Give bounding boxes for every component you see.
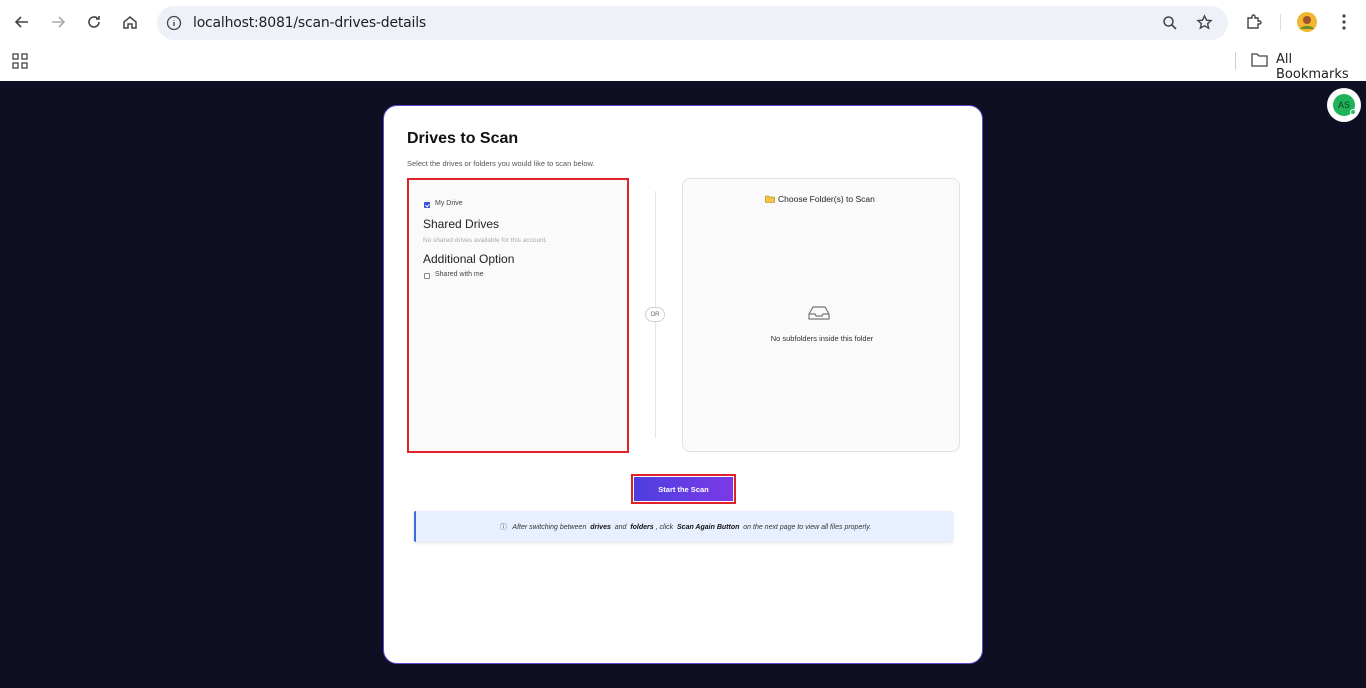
info-icon: ⓘ bbox=[499, 524, 507, 531]
address-bar[interactable]: localhost:8081/scan-drives-details bbox=[157, 6, 1228, 40]
start-scan-button[interactable]: Start the Scan bbox=[631, 474, 736, 504]
bookmark-star-icon[interactable] bbox=[1196, 14, 1213, 31]
back-icon[interactable] bbox=[10, 10, 34, 34]
forward-icon[interactable] bbox=[46, 10, 70, 34]
bookmarks-bar bbox=[0, 44, 1366, 81]
all-bookmarks-link[interactable]: All Bookmarks bbox=[1276, 52, 1366, 82]
user-avatar[interactable]: AS bbox=[1327, 88, 1361, 122]
toolbar-divider bbox=[1280, 14, 1281, 31]
online-indicator bbox=[1350, 109, 1356, 115]
site-info-icon[interactable] bbox=[166, 15, 182, 31]
home-icon[interactable] bbox=[118, 10, 142, 34]
my-drive-label[interactable]: My Drive bbox=[435, 200, 463, 207]
note-part1: After switching between bbox=[512, 524, 587, 531]
note-drives: drives bbox=[590, 524, 611, 531]
info-note: ⓘ After switching between drives and fol… bbox=[414, 511, 953, 542]
my-drive-checkbox[interactable] bbox=[424, 202, 430, 208]
no-subfolders-text: No subfolders inside this folder bbox=[770, 334, 874, 343]
choose-folder-label: Choose Folder(s) to Scan bbox=[778, 194, 875, 204]
zoom-icon[interactable] bbox=[1162, 15, 1178, 31]
note-button: Scan Again Button bbox=[677, 524, 740, 531]
shared-with-me-label[interactable]: Shared with me bbox=[435, 271, 484, 278]
open-folder-icon bbox=[765, 195, 775, 203]
url-text: localhost:8081/scan-drives-details bbox=[193, 15, 427, 31]
shared-drives-heading: Shared Drives bbox=[423, 217, 500, 231]
note-part2: on the next page to view all files prope… bbox=[743, 524, 872, 531]
choose-folder-header[interactable]: Choose Folder(s) to Scan bbox=[765, 194, 875, 204]
note-and: and bbox=[614, 524, 627, 531]
empty-inbox-icon bbox=[808, 306, 830, 320]
additional-option-heading: Additional Option bbox=[423, 252, 515, 266]
folders-panel: Choose Folder(s) to Scan No subfolders i… bbox=[682, 178, 960, 452]
shared-with-me-checkbox[interactable] bbox=[424, 273, 430, 279]
page-subtitle: Select the drives or folders you would l… bbox=[407, 159, 595, 168]
start-scan-label: Start the Scan bbox=[634, 477, 733, 501]
info-note-text: ⓘ After switching between drives and fol… bbox=[416, 522, 955, 532]
bookmarks-divider bbox=[1235, 52, 1236, 70]
scan-card: Drives to Scan Select the drives or fold… bbox=[383, 105, 983, 664]
page-title: Drives to Scan bbox=[407, 130, 519, 147]
shared-drives-empty-text: No shared drives available for this acco… bbox=[423, 237, 548, 244]
browser-toolbar: localhost:8081/scan-drives-details bbox=[0, 0, 1366, 44]
folder-icon[interactable] bbox=[1251, 52, 1268, 67]
or-badge: OR bbox=[645, 307, 665, 322]
note-click: , click bbox=[655, 524, 674, 531]
apps-grid-icon[interactable] bbox=[12, 53, 28, 69]
extensions-icon[interactable] bbox=[1242, 10, 1266, 34]
drives-panel: My Drive Shared Drives No shared drives … bbox=[407, 178, 629, 453]
reload-icon[interactable] bbox=[82, 10, 106, 34]
note-folders: folders bbox=[630, 524, 654, 531]
browser-menu-icon[interactable] bbox=[1332, 10, 1356, 34]
user-initials: AS bbox=[1337, 100, 1350, 110]
profile-avatar[interactable] bbox=[1295, 10, 1319, 34]
